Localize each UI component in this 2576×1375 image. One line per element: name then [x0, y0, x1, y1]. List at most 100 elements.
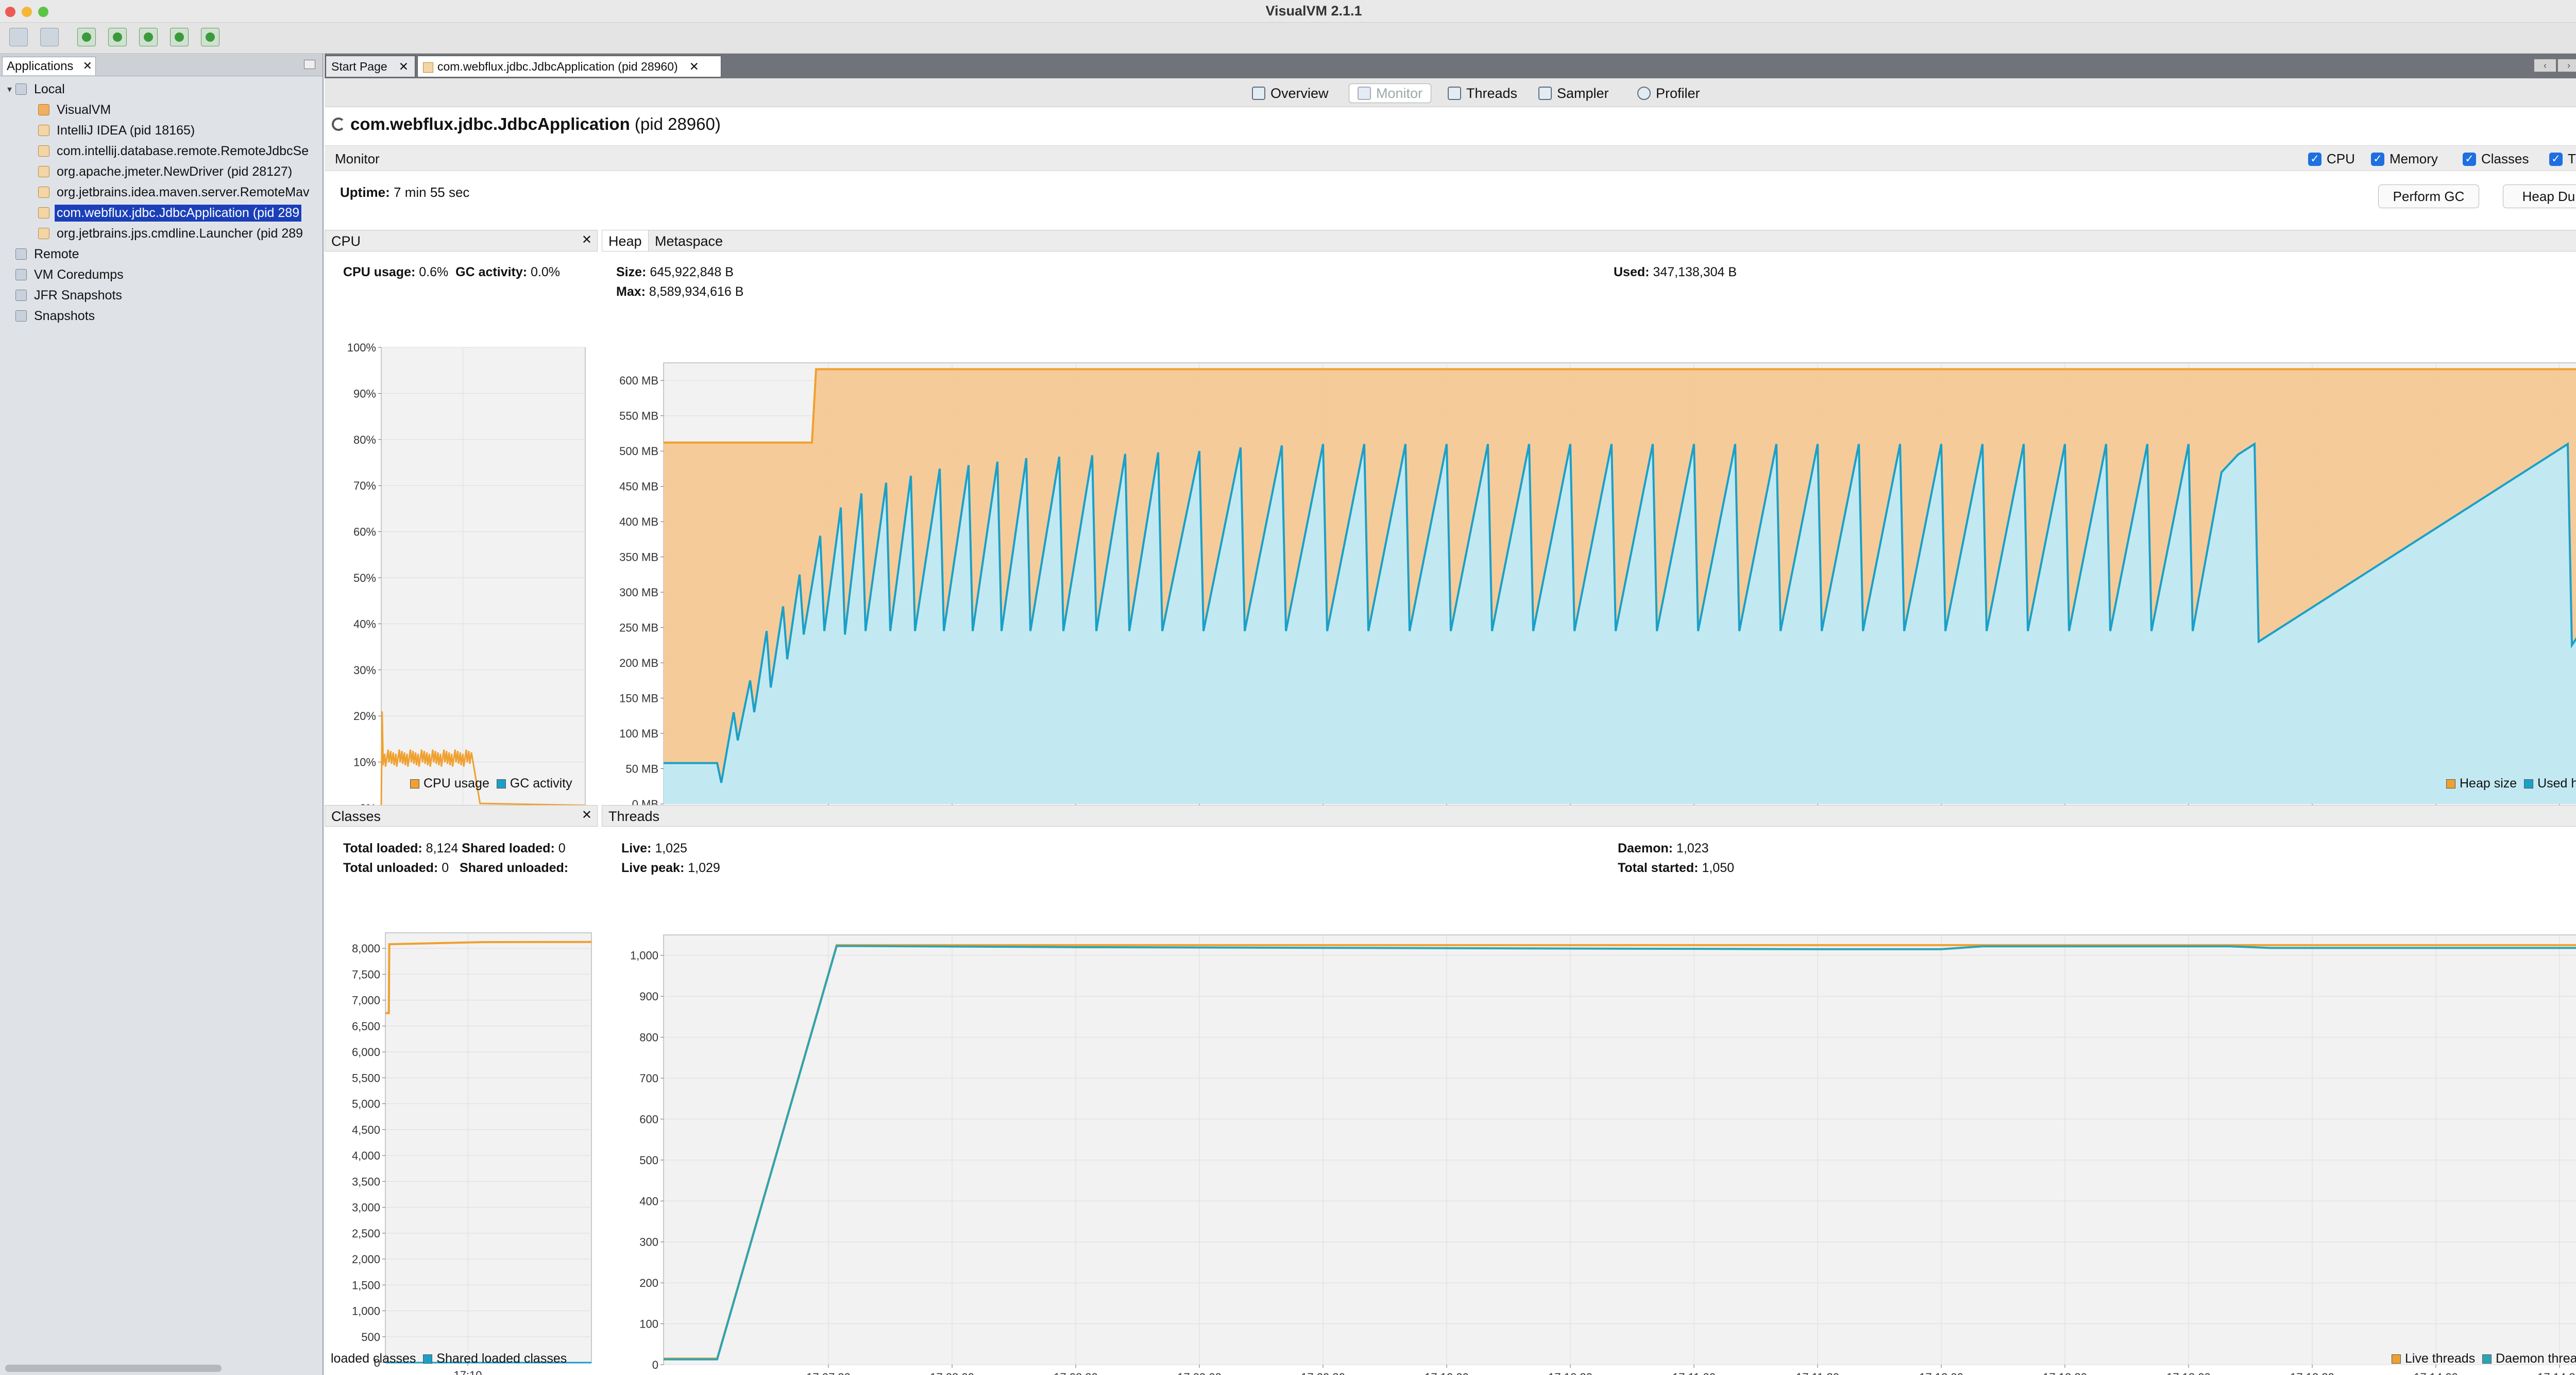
close-icon[interactable]: ✕: [582, 232, 592, 247]
threads-legend: Live threads Daemon threads: [2392, 1351, 2576, 1366]
tab-overview[interactable]: Overview: [1252, 83, 1329, 103]
tree-item[interactable]: com.intellij.database.remote.RemoteJdbcS…: [38, 141, 311, 161]
horizontal-scrollbar[interactable]: [5, 1365, 222, 1372]
x-tick-label: 17:08:30: [1054, 1371, 1098, 1375]
add-remote-host-icon[interactable]: [108, 28, 127, 46]
heap-panel-header: Heap Metaspace ✕: [602, 230, 2576, 251]
y-tick-label: 600 MB: [619, 374, 658, 387]
threads-started-text: Total started: 1,050: [1618, 861, 1734, 876]
view-tabbar: Overview Monitor Threads Sampler Profile…: [325, 78, 2576, 107]
overview-icon: [1252, 87, 1265, 100]
heap-size-key: Size:: [616, 265, 647, 279]
tree-item[interactable]: org.jetbrains.jps.cmdline.Launcher (pid …: [38, 224, 305, 243]
minimize-panel-icon[interactable]: [304, 60, 315, 69]
legend-label: Daemon threads: [2496, 1351, 2576, 1366]
tree-item-label: org.jetbrains.idea.maven.server.RemoteMa…: [57, 185, 310, 199]
total-started-value: 1,050: [1702, 861, 1735, 875]
y-tick-label: 0: [652, 1359, 658, 1371]
y-tick-label: 100: [639, 1318, 658, 1331]
close-icon[interactable]: ✕: [582, 808, 592, 823]
add-jmx-connection-icon[interactable]: [77, 28, 96, 46]
sampler-icon: [1538, 87, 1552, 100]
tree-item-label: com.intellij.database.remote.RemoteJdbcS…: [57, 143, 309, 158]
save-icon[interactable]: [40, 28, 59, 46]
x-tick-label: 17:12:00: [1919, 1371, 1963, 1375]
classes-checkbox[interactable]: ✓ Classes: [2463, 151, 2529, 167]
legend-label: CPU usage: [423, 776, 489, 791]
threads-checkbox[interactable]: ✓ Threads: [2549, 151, 2576, 167]
y-tick-label: 30%: [353, 664, 376, 677]
tab-start-page[interactable]: Start Page ✕: [326, 56, 415, 77]
threads-live-text: Live: 1,025: [621, 841, 687, 856]
cpu-usage-value: 0.6%: [419, 265, 449, 279]
heap-dump-button[interactable]: Heap Dump: [2503, 185, 2576, 208]
x-tick-label: 17:10: [453, 1369, 482, 1375]
classes-legend: loaded classes Shared loaded classes: [331, 1351, 567, 1366]
gc-activity-key: GC activity:: [455, 265, 528, 279]
close-icon[interactable]: ✕: [689, 60, 699, 73]
tab-application[interactable]: com.webflux.jdbc.JdbcApplication (pid 28…: [417, 56, 721, 77]
perform-gc-button[interactable]: Perform GC: [2378, 185, 2479, 208]
y-tick-label: 100 MB: [619, 727, 658, 740]
legend-label: Used heap: [2537, 776, 2576, 791]
tree-item[interactable]: Remote: [7, 244, 81, 264]
applications-panel: Applications ✕ ▾ Local VisualVM IntelliJ ID…: [0, 54, 324, 1375]
tree-item[interactable]: JFR Snapshots: [7, 286, 124, 305]
classes-panel-title: Classes: [331, 809, 381, 824]
tree-item[interactable]: IntelliJ IDEA (pid 18165): [38, 121, 197, 140]
live-value: 1,025: [655, 841, 687, 856]
memory-checkbox[interactable]: ✓ Memory: [2371, 151, 2438, 167]
tree-item[interactable]: org.jetbrains.idea.maven.server.RemoteMa…: [38, 182, 312, 202]
scroll-tabs-left-icon[interactable]: ‹: [2534, 59, 2556, 72]
classes-loaded-text: Total loaded: 8,124 Shared loaded: 0: [343, 841, 566, 856]
x-tick-label: 17:10:00: [1425, 1371, 1469, 1375]
cpu-panel-title: CPU: [331, 233, 361, 249]
legend-swatch: [2524, 779, 2534, 789]
open-file-icon[interactable]: [9, 28, 28, 46]
total-started-key: Total started:: [1618, 861, 1699, 875]
total-loaded-key: Total loaded:: [343, 841, 422, 856]
tab-label: Start Page: [331, 60, 387, 73]
thread-dump-toolbar-icon[interactable]: [170, 28, 189, 46]
tree-item[interactable]: VisualVM: [38, 100, 113, 120]
tree-item[interactable]: com.webflux.jdbc.JdbcApplication (pid 28…: [38, 203, 302, 223]
daemon-key: Daemon:: [1618, 841, 1673, 856]
loading-icon: [332, 118, 345, 131]
application-name: com.webflux.jdbc.JdbcApplication: [350, 114, 630, 133]
close-icon[interactable]: ✕: [399, 60, 409, 73]
tab-threads[interactable]: Threads: [1448, 83, 1517, 103]
tab-heap[interactable]: Heap: [602, 230, 649, 251]
y-tick-label: 1,000: [352, 1305, 380, 1318]
tab-metaspace[interactable]: Metaspace: [649, 230, 729, 251]
y-tick-label: 400: [639, 1195, 658, 1208]
y-tick-label: 550 MB: [619, 410, 658, 423]
scroll-tabs-right-icon[interactable]: ›: [2557, 59, 2576, 72]
cpu-checkbox[interactable]: ✓ CPU: [2308, 151, 2355, 167]
title-bar: VisualVM 2.1.1: [0, 0, 2576, 23]
tab-profiler[interactable]: Profiler: [1637, 83, 1700, 103]
tree-item[interactable]: VM Coredumps: [7, 265, 126, 284]
java-app-icon: [38, 125, 49, 136]
tab-monitor[interactable]: Monitor: [1349, 83, 1432, 103]
expand-arrow-icon[interactable]: ▾: [7, 84, 15, 95]
window-title: VisualVM 2.1.1: [1265, 3, 1362, 19]
checkbox-label: Threads: [2568, 151, 2576, 166]
legend-swatch: [2482, 1354, 2492, 1364]
applications-tab[interactable]: Applications ✕: [2, 57, 96, 75]
tree-item[interactable]: ▾ Local: [7, 79, 67, 99]
x-tick-label: 17:10:30: [1548, 1371, 1592, 1375]
tree-item-label: com.webflux.jdbc.JdbcApplication (pid 28…: [54, 204, 302, 222]
heap-dump-toolbar-icon[interactable]: [139, 28, 158, 46]
y-tick-label: 150 MB: [619, 692, 658, 705]
snapshot-toolbar-icon[interactable]: [201, 28, 219, 46]
checkbox-label: CPU: [2327, 151, 2355, 166]
tree-item[interactable]: Snapshots: [7, 306, 97, 326]
y-tick-label: 5,000: [352, 1098, 380, 1111]
tree-item[interactable]: org.apache.jmeter.NewDriver (pid 28127): [38, 162, 294, 181]
close-icon[interactable]: ✕: [83, 59, 92, 73]
x-tick-label: 17:13:30: [2290, 1371, 2334, 1375]
tree-item-label: Snapshots: [34, 308, 95, 323]
tab-sampler[interactable]: Sampler: [1538, 83, 1609, 103]
y-tick-label: 10%: [353, 756, 376, 769]
y-tick-label: 50%: [353, 572, 376, 584]
